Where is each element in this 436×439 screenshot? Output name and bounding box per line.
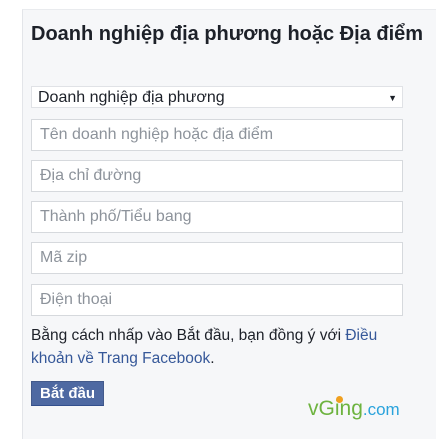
phone-input[interactable] — [31, 284, 403, 316]
category-select[interactable]: Doanh nghiệp địa phương ▼ — [31, 86, 403, 108]
terms-suffix: . — [210, 350, 215, 367]
page-category-title: Doanh nghiệp địa phương hoặc Địa điểm — [31, 23, 424, 45]
business-name-input[interactable] — [31, 119, 403, 151]
watermark-suffix: ng — [339, 397, 363, 420]
zip-code-input[interactable] — [31, 242, 403, 274]
watermark-prefix: vG — [308, 397, 335, 420]
terms-text: Bằng cách nhấp vào Bắt đầu, bạn đồng ý v… — [31, 327, 346, 344]
category-select-value: Doanh nghiệp địa phương — [38, 89, 225, 106]
watermark-tld: .com — [362, 400, 400, 419]
start-button[interactable]: Bắt đầu — [31, 381, 105, 406]
city-state-input[interactable] — [31, 201, 403, 233]
dropdown-arrow-icon: ▼ — [388, 93, 397, 103]
vging-watermark-logo: vGing.com — [308, 396, 400, 422]
terms-notice: Bằng cách nhấp vào Bắt đầu, bạn đồng ý v… — [31, 324, 411, 370]
watermark-i: i — [334, 396, 343, 420]
street-address-input[interactable] — [31, 160, 403, 192]
